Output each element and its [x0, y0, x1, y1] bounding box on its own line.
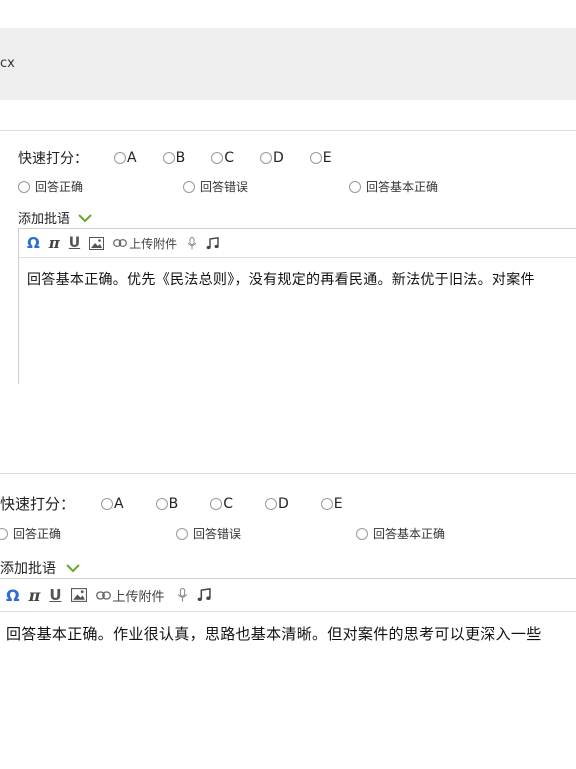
quick-score-label: 快速打分：	[18, 151, 88, 167]
radio-icon[interactable]	[211, 152, 224, 164]
radio-icon[interactable]	[320, 497, 333, 510]
grade-option-c[interactable]: C	[210, 496, 233, 512]
upload-attachment-label: 上传附件	[129, 236, 178, 251]
quick-reply-correct[interactable]: 回答正确	[0, 525, 176, 542]
chevron-down-icon	[78, 213, 92, 222]
link-icon	[113, 239, 128, 247]
radio-icon[interactable]	[183, 180, 195, 193]
quick-reply-wrong[interactable]: 回答错误	[176, 525, 356, 542]
radio-icon[interactable]	[356, 527, 368, 540]
editor-toolbar: Ω π U 上传附件	[19, 229, 576, 258]
quick-reply-wrong[interactable]: 回答错误	[183, 178, 349, 195]
file-header: cx	[0, 28, 576, 100]
omega-icon[interactable]: Ω	[6, 586, 20, 605]
add-comment-label: 添加批语	[18, 212, 71, 227]
quick-reply-row: 回答正确 回答错误 回答基本正确	[0, 525, 445, 542]
comment-editor[interactable]: Ω π U 上传附件 回答基本正确。作业很认真，思路也基本清晰。但对案件的思考可…	[0, 578, 576, 769]
add-comment-label: 添加批语	[0, 561, 56, 577]
quick-score-row: 快速打分： A B C D E	[0, 493, 343, 514]
comment-text[interactable]: 回答基本正确。优先《民法总则》，没有规定的再看民通。新法优于旧法。对案件	[27, 269, 535, 289]
grade-option-d[interactable]: D	[259, 150, 284, 166]
grade-option-d[interactable]: D	[264, 496, 289, 512]
radio-icon[interactable]	[349, 180, 361, 193]
radio-icon[interactable]	[101, 497, 114, 510]
quick-reply-basically-correct[interactable]: 回答基本正确	[356, 525, 445, 542]
editor-toolbar: Ω π U 上传附件	[0, 579, 576, 612]
quick-reply-correct[interactable]: 回答正确	[18, 178, 183, 195]
radio-icon[interactable]	[18, 180, 30, 193]
grade-option-c[interactable]: C	[211, 150, 234, 166]
upload-attachment-button[interactable]: 上传附件	[95, 586, 165, 605]
radio-icon[interactable]	[259, 152, 272, 164]
radio-icon[interactable]	[309, 152, 322, 164]
add-comment-toggle[interactable]: 添加批语	[0, 558, 80, 578]
panel-divider	[0, 130, 576, 131]
add-comment-row: 添加批语	[0, 558, 80, 578]
image-icon[interactable]	[70, 588, 87, 602]
chevron-down-icon	[66, 564, 80, 573]
quick-score-row: 快速打分： A B C D E	[18, 148, 332, 168]
radio-icon[interactable]	[114, 152, 126, 164]
grade-option-a[interactable]: A	[114, 150, 137, 166]
grade-option-e[interactable]: E	[309, 150, 332, 166]
grade-option-a[interactable]: A	[101, 496, 124, 512]
add-comment-row: 添加批语	[18, 208, 92, 227]
panel-divider	[0, 473, 576, 474]
pi-icon[interactable]: π	[49, 234, 60, 252]
underline-icon[interactable]: U	[69, 235, 80, 251]
music-note-icon[interactable]	[206, 236, 219, 250]
radio-icon[interactable]	[155, 497, 168, 510]
omega-icon[interactable]: Ω	[27, 234, 40, 252]
pi-icon[interactable]: π	[29, 586, 41, 605]
grade-option-b[interactable]: B	[162, 150, 185, 166]
grade-option-e[interactable]: E	[320, 496, 343, 512]
radio-icon[interactable]	[210, 497, 223, 510]
microphone-icon[interactable]	[177, 588, 188, 602]
quick-reply-row: 回答正确 回答错误 回答基本正确	[18, 178, 438, 195]
quick-score-label: 快速打分：	[0, 495, 76, 513]
radio-icon[interactable]	[264, 497, 277, 510]
upload-attachment-label: 上传附件	[112, 589, 165, 605]
underline-icon[interactable]: U	[49, 586, 61, 604]
music-note-icon[interactable]	[197, 588, 211, 602]
add-comment-toggle[interactable]: 添加批语	[18, 208, 92, 227]
radio-icon[interactable]	[162, 152, 175, 164]
link-icon	[95, 590, 111, 600]
microphone-icon[interactable]	[187, 236, 197, 250]
radio-icon[interactable]	[0, 527, 8, 540]
comment-text[interactable]: 回答基本正确。作业很认真，思路也基本清晰。但对案件的思考可以更深入一些	[6, 623, 542, 644]
grade-option-b[interactable]: B	[155, 496, 178, 512]
radio-icon[interactable]	[176, 527, 188, 540]
file-name: cx	[0, 56, 15, 71]
upload-attachment-button[interactable]: 上传附件	[113, 235, 177, 252]
comment-editor[interactable]: Ω π U 上传附件 回答基本正确。优先《民法总则》，没有规定的再看民通。新法优…	[18, 228, 576, 384]
image-icon[interactable]	[89, 236, 105, 250]
quick-reply-basically-correct[interactable]: 回答基本正确	[349, 178, 438, 195]
